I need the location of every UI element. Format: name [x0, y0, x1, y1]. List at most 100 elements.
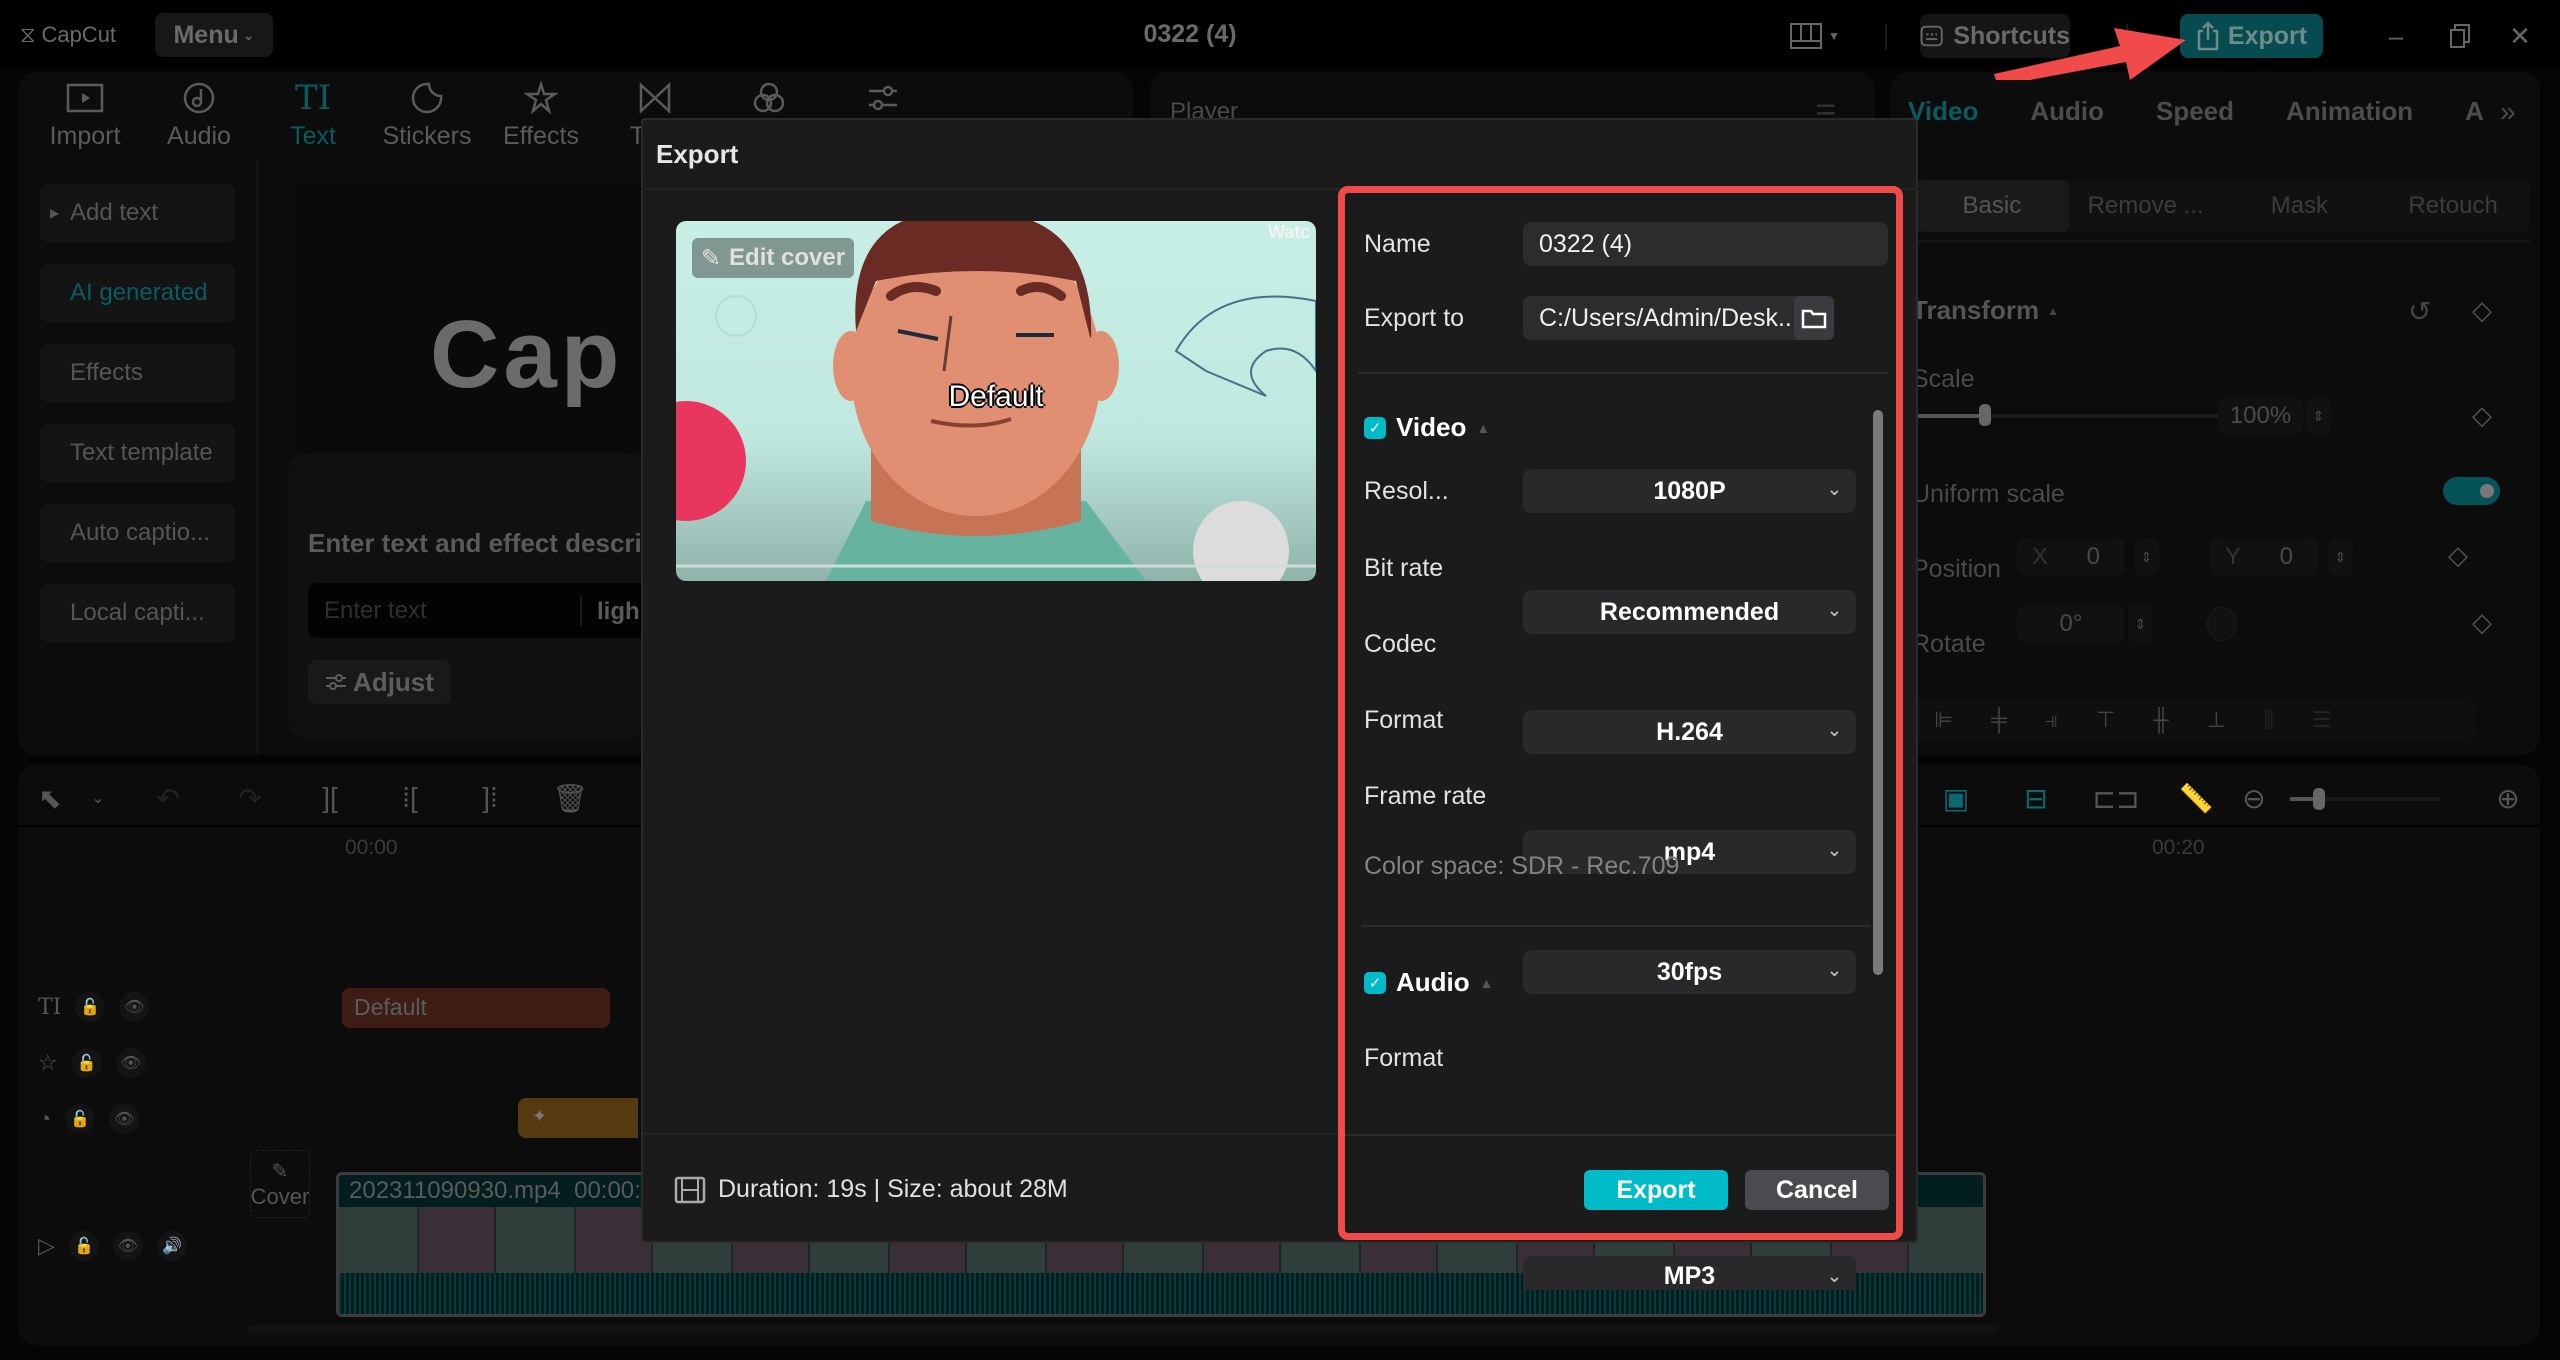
effect-clip[interactable]: ✦ — [518, 1098, 638, 1138]
zoom-slider-thumb[interactable] — [2313, 788, 2325, 810]
trim-left-button[interactable]: ⁞[ — [392, 780, 428, 816]
subtab-retouch[interactable]: Retouch — [2376, 180, 2530, 232]
align-bottom-icon[interactable]: ⊥ — [2207, 707, 2226, 733]
subtab-remove-bg[interactable]: Remove ... — [2069, 180, 2223, 232]
text-clip[interactable]: Default — [342, 988, 610, 1028]
rotate-stepper[interactable]: ⇕ — [2128, 605, 2153, 643]
distribute-h-icon[interactable]: ⫼ — [2264, 707, 2274, 733]
align-center-v-icon[interactable]: ╫ — [2153, 707, 2169, 733]
layout-button[interactable]: ▼ — [1790, 20, 1860, 52]
distribute-v-icon[interactable]: ☰ — [2312, 707, 2332, 733]
minimize-button[interactable]: – — [2378, 18, 2414, 54]
eye-icon[interactable]: 👁 — [115, 1048, 146, 1078]
align-right-icon[interactable]: ⫣ — [2045, 707, 2058, 733]
tab-adjustment[interactable]: A — [2465, 96, 2484, 127]
timeline-scrollbar[interactable] — [248, 1325, 1998, 1335]
split-button[interactable]: ][ — [312, 780, 348, 816]
pencil-icon: ✎ — [271, 1160, 289, 1183]
zoom-in-button[interactable]: ⊕ — [2490, 780, 2526, 816]
close-window-button[interactable]: ✕ — [2502, 18, 2538, 54]
volume-icon[interactable]: 🔊 — [156, 1231, 187, 1261]
split-view-icon: ⊏⊐ — [2092, 782, 2140, 814]
eye-icon[interactable]: 👁 — [112, 1231, 143, 1261]
tool-stickers[interactable]: Stickers — [370, 78, 484, 156]
zoom-to-fit-button[interactable]: 📏 — [2178, 780, 2214, 816]
keyframe-icon[interactable]: ◇ — [2472, 607, 2492, 638]
adjust-button[interactable]: Adjust — [308, 660, 451, 704]
delete-button[interactable]: 🗑 — [552, 780, 588, 816]
dropdown-triangle-icon: ▼ — [1828, 29, 1840, 43]
sidebar-item-effects[interactable]: Effects — [40, 344, 235, 402]
tab-video[interactable]: Video — [1908, 96, 1978, 127]
red-arrow-annotation — [1994, 28, 2186, 80]
tool-effects[interactable]: Effects — [484, 78, 598, 156]
tool-text[interactable]: TI Text — [256, 78, 370, 156]
magnet-snap-button[interactable]: ▣ — [1938, 780, 1974, 816]
subtabs-divider — [1915, 240, 2530, 243]
tool-import[interactable]: Import — [28, 78, 142, 156]
subtab-mask[interactable]: Mask — [2223, 180, 2377, 232]
scale-slider-fill — [1915, 414, 1985, 418]
audio-format-select[interactable]: MP3 ⌄ — [1523, 1256, 1856, 1290]
position-y-field[interactable]: Y 0 — [2210, 538, 2318, 576]
trim-right-icon: ]⁞ — [482, 782, 498, 813]
ai-style-value[interactable]: ligh — [597, 598, 640, 626]
transitions-icon — [639, 82, 671, 114]
sidebar-item-ai-generated[interactable]: AI generated — [40, 264, 235, 322]
cover-button[interactable]: ✎ Cover — [250, 1150, 310, 1218]
chevron-down-icon: ⌄ — [1826, 1266, 1842, 1286]
trim-right-button[interactable]: ]⁞ — [472, 780, 508, 816]
edit-cover-button[interactable]: ✎ Edit cover — [692, 238, 854, 278]
reset-icon[interactable]: ↺ — [2408, 295, 2431, 328]
align-top-icon[interactable]: ⊤ — [2096, 707, 2115, 733]
rotate-field[interactable]: 0° — [2017, 605, 2125, 643]
position-y-stepper[interactable]: ⇕ — [2328, 538, 2353, 576]
text-track-header: TI 🔓 👁 — [28, 986, 228, 1028]
keyframe-icon[interactable]: ◇ — [2472, 295, 2492, 326]
menu-button[interactable]: Menu ⌄ — [155, 13, 273, 57]
lock-icon[interactable]: 🔓 — [65, 1104, 96, 1134]
redo-button[interactable]: ↷ — [232, 780, 268, 816]
zoom-out-button[interactable]: ⊖ — [2236, 780, 2272, 816]
rotate-dial[interactable] — [2207, 607, 2237, 641]
lock-icon[interactable]: 🔓 — [68, 1231, 99, 1261]
sidebar-divider — [256, 160, 258, 755]
undo-icon: ↶ — [156, 782, 180, 814]
tab-audio[interactable]: Audio — [2030, 96, 2104, 127]
tool-audio[interactable]: Audio — [142, 78, 256, 156]
duration-size-text: Duration: 19s | Size: about 28M — [718, 1175, 1068, 1203]
scale-value-field[interactable]: 100% — [2218, 397, 2303, 435]
timeline-zoom-slider[interactable] — [2290, 788, 2440, 810]
more-tabs-icon[interactable]: » — [2500, 96, 2516, 128]
uniform-scale-toggle[interactable] — [2443, 477, 2500, 505]
lock-icon[interactable]: 🔓 — [75, 992, 106, 1022]
select-tool-button[interactable]: ⬉ — [32, 780, 68, 816]
top-export-button[interactable]: Export — [2180, 14, 2323, 58]
tab-animation[interactable]: Animation — [2286, 96, 2413, 127]
select-dropdown[interactable]: ⌄ — [80, 780, 116, 816]
eye-icon[interactable]: 👁 — [109, 1104, 140, 1134]
scale-slider[interactable] — [1915, 404, 2265, 426]
sidebar-item-text-template[interactable]: Text template — [40, 424, 235, 482]
transform-header[interactable]: Transform ▲ — [1912, 295, 2059, 326]
position-y-value: 0 — [2279, 543, 2293, 570]
scale-slider-thumb[interactable] — [1979, 404, 1991, 426]
subtab-basic[interactable]: Basic — [1915, 180, 2069, 232]
position-x-stepper[interactable]: ⇕ — [2134, 538, 2159, 576]
keyframe-icon[interactable]: ◇ — [2448, 540, 2468, 571]
undo-button[interactable]: ↶ — [150, 780, 186, 816]
lock-icon[interactable]: 🔓 — [71, 1048, 102, 1078]
maximize-button[interactable] — [2442, 18, 2478, 54]
preview-axis-button[interactable]: ⊏⊐ — [2093, 780, 2140, 816]
position-x-field[interactable]: X 0 — [2017, 538, 2125, 576]
sidebar-item-add-text[interactable]: ▶ Add text — [40, 184, 235, 242]
sidebar-item-auto-captions[interactable]: Auto captio... — [40, 504, 235, 562]
align-left-icon[interactable]: ⊫ — [1934, 707, 1953, 733]
sidebar-item-local-captions[interactable]: Local capti... — [40, 584, 235, 642]
tab-speed[interactable]: Speed — [2156, 96, 2234, 127]
align-center-h-icon[interactable]: ╪ — [1991, 707, 2007, 733]
keyframe-icon[interactable]: ◇ — [2472, 400, 2492, 431]
link-button[interactable]: ⊟ — [2018, 780, 2054, 816]
scale-stepper[interactable]: ⇕ — [2306, 397, 2331, 435]
eye-icon[interactable]: 👁 — [119, 992, 150, 1022]
